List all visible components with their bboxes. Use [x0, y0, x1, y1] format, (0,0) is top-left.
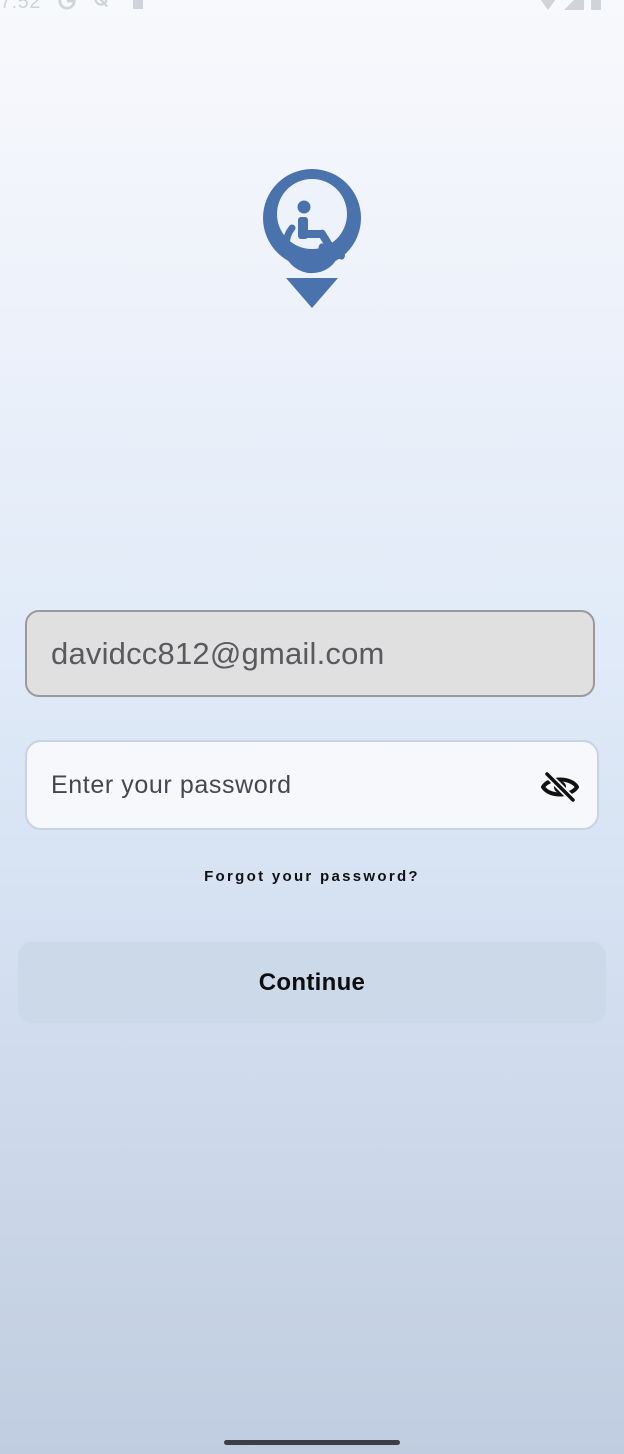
battery-saver-icon — [133, 0, 143, 9]
signal-icon — [564, 0, 584, 10]
continue-label: Continue — [258, 968, 366, 996]
battery-icon — [591, 0, 601, 10]
status-bar: 7:52 — [0, 0, 624, 14]
email-field[interactable]: davidcc812@gmail.com — [25, 610, 595, 697]
accessibility-location-pin-icon — [263, 169, 361, 308]
email-value: davidcc812@gmail.com — [51, 635, 385, 671]
location-off-icon — [94, 0, 109, 8]
eye-off-icon[interactable] — [541, 768, 579, 806]
forgot-password-link[interactable]: Forgot your password? — [0, 868, 624, 885]
google-icon — [58, 0, 76, 10]
status-time: 7:52 — [0, 0, 41, 13]
password-field[interactable]: Enter your password — [25, 740, 599, 830]
password-placeholder: Enter your password — [51, 770, 292, 799]
continue-button[interactable]: Continue — [18, 942, 606, 1023]
wifi-icon — [540, 0, 556, 10]
nav-gesture-handle[interactable] — [224, 1440, 400, 1445]
status-right-icons — [538, 0, 602, 12]
